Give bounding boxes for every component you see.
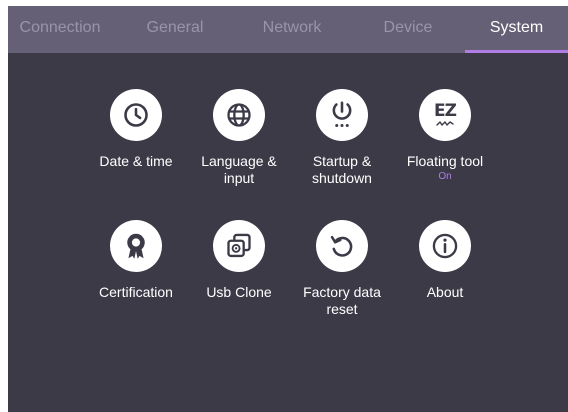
clone-icon [227, 233, 251, 258]
ez-icon-text: EZ [434, 101, 457, 121]
tab-bar: Connection General Network Device System [8, 6, 568, 53]
tab-general[interactable]: General [120, 6, 230, 53]
tab-connection[interactable]: Connection [8, 6, 112, 53]
clock-icon [124, 103, 148, 127]
language-input-icon-circle [213, 89, 265, 141]
factory-reset-label: Factory data reset [303, 284, 381, 317]
globe-icon [227, 103, 251, 127]
date-time-icon-circle [110, 89, 162, 141]
certification-item[interactable]: Certification [80, 220, 192, 301]
floating-tool-status: On [438, 171, 452, 182]
tab-network[interactable]: Network [234, 6, 350, 53]
date-time-label: Date & time [99, 153, 173, 169]
certification-label: Certification [99, 284, 173, 300]
power-icon [332, 101, 352, 128]
about-label: About [426, 284, 464, 300]
award-ribbon-icon [127, 233, 145, 259]
info-icon [432, 233, 458, 259]
startup-shutdown-item[interactable]: Startup & shutdown [286, 89, 398, 187]
about-icon-circle [419, 220, 471, 272]
floating-tool-icon-circle: EZ [419, 89, 471, 141]
factory-reset-item[interactable]: Factory data reset [286, 220, 398, 318]
about-item[interactable]: About [389, 220, 501, 301]
certification-icon-circle [110, 220, 162, 272]
date-time-item[interactable]: Date & time [80, 89, 192, 170]
tab-system[interactable]: System [465, 6, 568, 53]
settings-screen: Connection General Network Device System… [8, 6, 568, 412]
tab-label: Network [262, 19, 322, 36]
tab-label: Device [383, 19, 433, 36]
usb-clone-item[interactable]: Usb Clone [183, 220, 295, 301]
startup-shutdown-label: Startup & shutdown [312, 153, 372, 186]
usb-clone-label: Usb Clone [206, 284, 272, 300]
reset-icon [330, 235, 353, 257]
tab-device[interactable]: Device [354, 6, 462, 53]
tab-label: General [146, 19, 204, 36]
floating-tool-label: Floating tool [406, 153, 484, 169]
startup-shutdown-icon-circle [316, 89, 368, 141]
language-input-item[interactable]: Language & input [183, 89, 295, 187]
floating-tool-item[interactable]: EZ Floating tool On [389, 89, 501, 183]
tab-label: Connection [19, 19, 101, 36]
active-tab-indicator [465, 50, 568, 53]
ez-squiggle [436, 121, 454, 126]
ez-icon: EZ [434, 101, 457, 127]
language-input-label: Language & input [201, 153, 277, 186]
usb-clone-icon-circle [213, 220, 265, 272]
tab-label: System [489, 19, 544, 36]
factory-reset-icon-circle [316, 220, 368, 272]
